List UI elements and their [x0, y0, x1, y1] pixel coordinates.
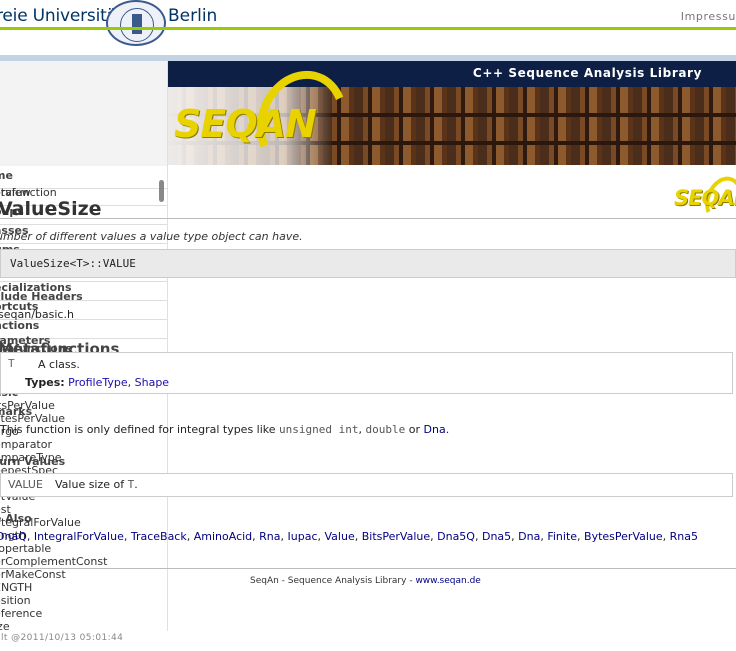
see-also-link[interactable]: Dna5Q [437, 530, 475, 543]
param-name: T [8, 357, 15, 370]
param-types: Types: ProfileType, Shape [25, 376, 170, 389]
see-also-link[interactable]: Rna5 [670, 530, 698, 543]
sidebar-item[interactable]: ize [0, 620, 10, 633]
sidebar-item[interactable]: ENGTH [0, 581, 32, 594]
see-also-link[interactable]: Rna [259, 530, 280, 543]
see-also-link[interactable]: BitsPerValue [362, 530, 430, 543]
university-name-left: reie Universität [0, 6, 124, 26]
see-also-link[interactable]: Finite [547, 530, 577, 543]
sidebar-item[interactable]: erComplementConst [0, 555, 107, 568]
sidebar-item[interactable]: me [0, 169, 13, 182]
corner-seqan-logo: SEQAN [674, 186, 736, 210]
include-header-path: seqan/basic.h [0, 308, 74, 321]
see-also-link[interactable]: IntegralForValue [34, 530, 124, 543]
types-label: Types: [25, 376, 65, 389]
university-name-right: Berlin [168, 6, 218, 26]
seqan-logo: SEQAN [174, 102, 317, 146]
see-also-link[interactable]: AminoAcid [194, 530, 252, 543]
footer-rule [0, 568, 736, 569]
sidebar-item[interactable]: omparator [0, 438, 52, 451]
footer: SeqAn - Sequence Analysis Library - www.… [250, 576, 481, 586]
type-link-shape[interactable]: Shape [135, 376, 169, 389]
header-accent-line [0, 27, 736, 30]
see-also-link[interactable]: BytesPerValue [584, 530, 663, 543]
return-desc-text: Value size of [55, 478, 128, 491]
remarks-code-uint: unsigned int [279, 423, 359, 436]
remarks-or: or [405, 423, 424, 436]
remarks-prefix: This function is only defined for integr… [0, 423, 280, 436]
title-rule [0, 218, 736, 219]
footer-link[interactable]: www.seqan.de [415, 576, 480, 586]
return-description: Value size of T. [55, 478, 138, 491]
sidebar-item[interactable]: eference [0, 607, 42, 620]
see-also-link[interactable]: Value [325, 530, 355, 543]
return-end: . [134, 478, 138, 491]
dna-link[interactable]: Dna [424, 423, 446, 436]
remarks-code-double: double [365, 423, 406, 436]
sidebar-item[interactable]: ntegralForValue [0, 516, 81, 529]
see-also-link[interactable]: DnaQ [0, 530, 27, 543]
param-description: A class. [38, 358, 80, 371]
footer-text: SeqAn - Sequence Analysis Library - [250, 576, 416, 586]
sidebar-scrollbar[interactable] [159, 180, 164, 202]
remarks-end: . [445, 423, 450, 436]
page-title: ValueSize [0, 198, 102, 220]
see-also-link[interactable]: Dna [518, 530, 540, 543]
see-also-links: DnaQ, IntegralForValue, TraceBack, Amino… [0, 529, 732, 544]
signature-code: ValueSize<T>::VALUE [10, 257, 136, 270]
remarks-text: This function is only defined for integr… [0, 423, 449, 436]
build-timestamp: uilt @2011/10/13 05:01:44 [0, 633, 124, 643]
page-description: umber of different values a value type o… [0, 230, 303, 243]
sidebar-item[interactable]: osition [0, 594, 31, 607]
impressum-link[interactable]: Impressu [681, 10, 736, 23]
sidebar-separator [0, 243, 167, 244]
see-also-link[interactable]: TraceBack [131, 530, 187, 543]
university-seal-icon [106, 0, 166, 46]
remarks-sep: , [358, 423, 366, 436]
banner-title: C++ Sequence Analysis Library [472, 66, 702, 80]
return-name: VALUE [8, 478, 43, 491]
type-link-profiletype[interactable]: ProfileType [68, 376, 127, 389]
sidebar-item[interactable]: erMakeConst [0, 568, 66, 581]
sidebar-header [0, 61, 167, 166]
see-also-link[interactable]: Dna5 [482, 530, 511, 543]
see-also-link[interactable]: Iupac [288, 530, 318, 543]
